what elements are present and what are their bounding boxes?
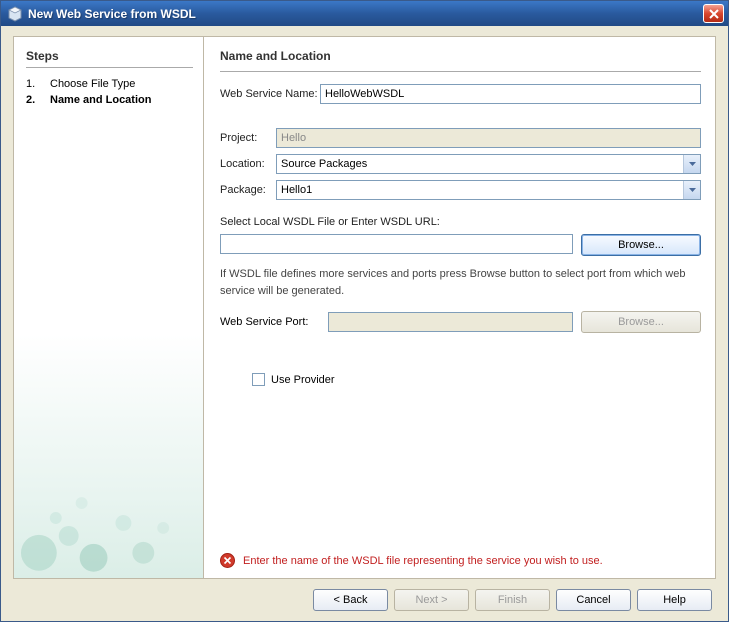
port-label: Web Service Port:	[220, 316, 320, 328]
step-label: Name and Location	[50, 94, 151, 106]
package-select[interactable]: Hello1	[276, 180, 701, 200]
divider	[220, 71, 701, 72]
location-label: Location:	[220, 158, 276, 170]
error-text: Enter the name of the WSDL file represen…	[243, 555, 603, 567]
step-item-active: 2. Name and Location	[26, 92, 193, 108]
main-panel: Name and Location Web Service Name: Proj…	[204, 37, 715, 578]
chevron-down-icon	[683, 181, 700, 199]
location-value: Source Packages	[277, 158, 683, 170]
service-name-input[interactable]	[320, 84, 701, 104]
main-heading: Name and Location	[220, 49, 701, 63]
row-wsdl-url: Browse...	[220, 234, 701, 256]
project-label: Project:	[220, 132, 276, 144]
button-bar: < Back Next > Finish Cancel Help	[13, 579, 716, 613]
error-message: Enter the name of the WSDL file represen…	[220, 549, 701, 570]
row-provider: Use Provider	[252, 373, 701, 386]
wizard-window: New Web Service from WSDL Steps 1. Choos…	[0, 0, 729, 622]
step-number: 2.	[26, 94, 40, 106]
use-provider-label: Use Provider	[271, 374, 335, 386]
app-icon	[7, 6, 23, 22]
row-project: Project:	[220, 128, 701, 148]
project-field	[276, 128, 701, 148]
service-name-label: Web Service Name:	[220, 88, 320, 100]
row-port: Web Service Port: Browse...	[220, 311, 701, 333]
package-label: Package:	[220, 184, 276, 196]
help-button[interactable]: Help	[637, 589, 712, 611]
step-item: 1. Choose File Type	[26, 76, 193, 92]
step-label: Choose File Type	[50, 78, 135, 90]
package-value: Hello1	[277, 184, 683, 196]
wsdl-url-input[interactable]	[220, 234, 573, 254]
wsdl-section-label: Select Local WSDL File or Enter WSDL URL…	[220, 216, 701, 228]
wsdl-hint-text: If WSDL file defines more services and p…	[220, 266, 701, 299]
error-icon	[220, 553, 235, 568]
close-icon	[709, 9, 719, 19]
next-button: Next >	[394, 589, 469, 611]
row-service-name: Web Service Name:	[220, 84, 701, 104]
back-button[interactable]: < Back	[313, 589, 388, 611]
chevron-down-icon	[683, 155, 700, 173]
close-button[interactable]	[703, 4, 724, 23]
steps-list: 1. Choose File Type 2. Name and Location	[26, 76, 193, 108]
browse-port-button: Browse...	[581, 311, 701, 333]
steps-sidebar: Steps 1. Choose File Type 2. Name and Lo…	[14, 37, 204, 578]
divider	[26, 67, 193, 68]
client-area: Steps 1. Choose File Type 2. Name and Lo…	[1, 26, 728, 621]
decorative-bubbles	[14, 458, 203, 578]
steps-heading: Steps	[26, 49, 193, 63]
row-package: Package: Hello1	[220, 180, 701, 200]
row-location: Location: Source Packages	[220, 154, 701, 174]
finish-button: Finish	[475, 589, 550, 611]
use-provider-checkbox[interactable]	[252, 373, 265, 386]
cancel-button[interactable]: Cancel	[556, 589, 631, 611]
location-select[interactable]: Source Packages	[276, 154, 701, 174]
browse-wsdl-button[interactable]: Browse...	[581, 234, 701, 256]
content-panels: Steps 1. Choose File Type 2. Name and Lo…	[13, 36, 716, 579]
step-number: 1.	[26, 78, 40, 90]
titlebar[interactable]: New Web Service from WSDL	[1, 1, 728, 26]
window-title: New Web Service from WSDL	[28, 7, 703, 21]
port-field	[328, 312, 573, 332]
